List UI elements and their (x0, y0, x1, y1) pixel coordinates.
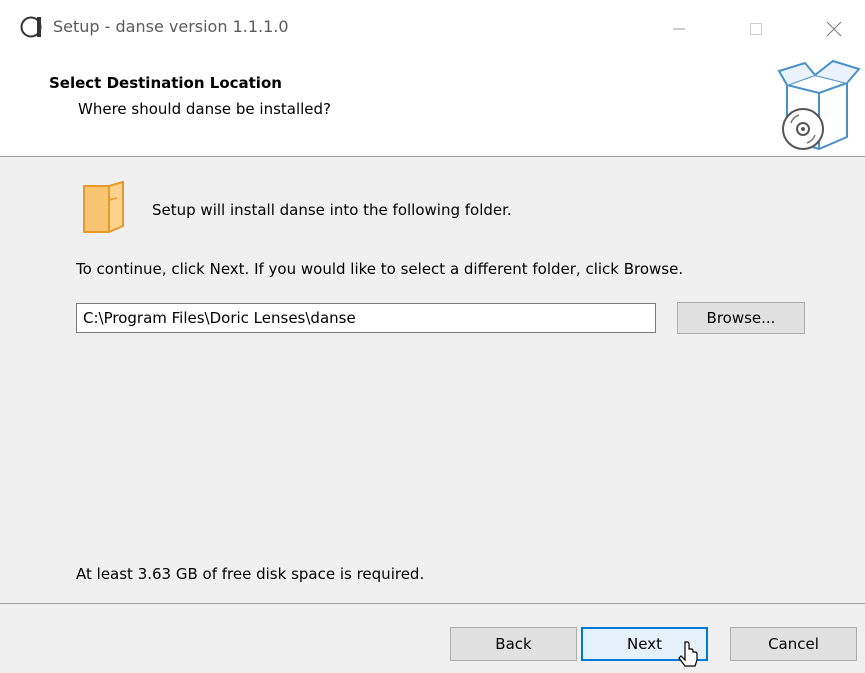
close-button[interactable] (805, 0, 863, 57)
close-icon (826, 21, 842, 36)
folder-icon (83, 180, 124, 234)
maximize-icon (750, 22, 762, 35)
back-button[interactable]: Back (450, 627, 577, 661)
minimize-icon (673, 28, 685, 29)
mouse-cursor-icon (678, 641, 698, 667)
disk-space-text: At least 3.63 GB of free disk space is r… (76, 565, 425, 583)
window-title: Setup - danse version 1.1.1.0 (53, 17, 289, 36)
wizard-content: Setup will install danse into the follow… (0, 157, 865, 603)
maximize-button[interactable] (727, 0, 785, 57)
cancel-button[interactable]: Cancel (730, 627, 857, 661)
title-bar: Setup - danse version 1.1.1.0 (0, 0, 865, 57)
browse-button[interactable]: Browse... (677, 302, 805, 334)
destination-path-input[interactable] (76, 303, 656, 333)
page-subtitle: Where should danse be installed? (78, 100, 332, 118)
intro-text: Setup will install danse into the follow… (152, 201, 512, 219)
app-icon (20, 16, 42, 38)
install-box-icon (777, 59, 861, 151)
instructions-text: To continue, click Next. If you would li… (76, 260, 684, 278)
minimize-button[interactable] (650, 0, 708, 57)
wizard-footer: Back Next Cancel (0, 604, 865, 673)
page-title: Select Destination Location (49, 74, 282, 92)
wizard-header: Select Destination Location Where should… (0, 57, 865, 156)
